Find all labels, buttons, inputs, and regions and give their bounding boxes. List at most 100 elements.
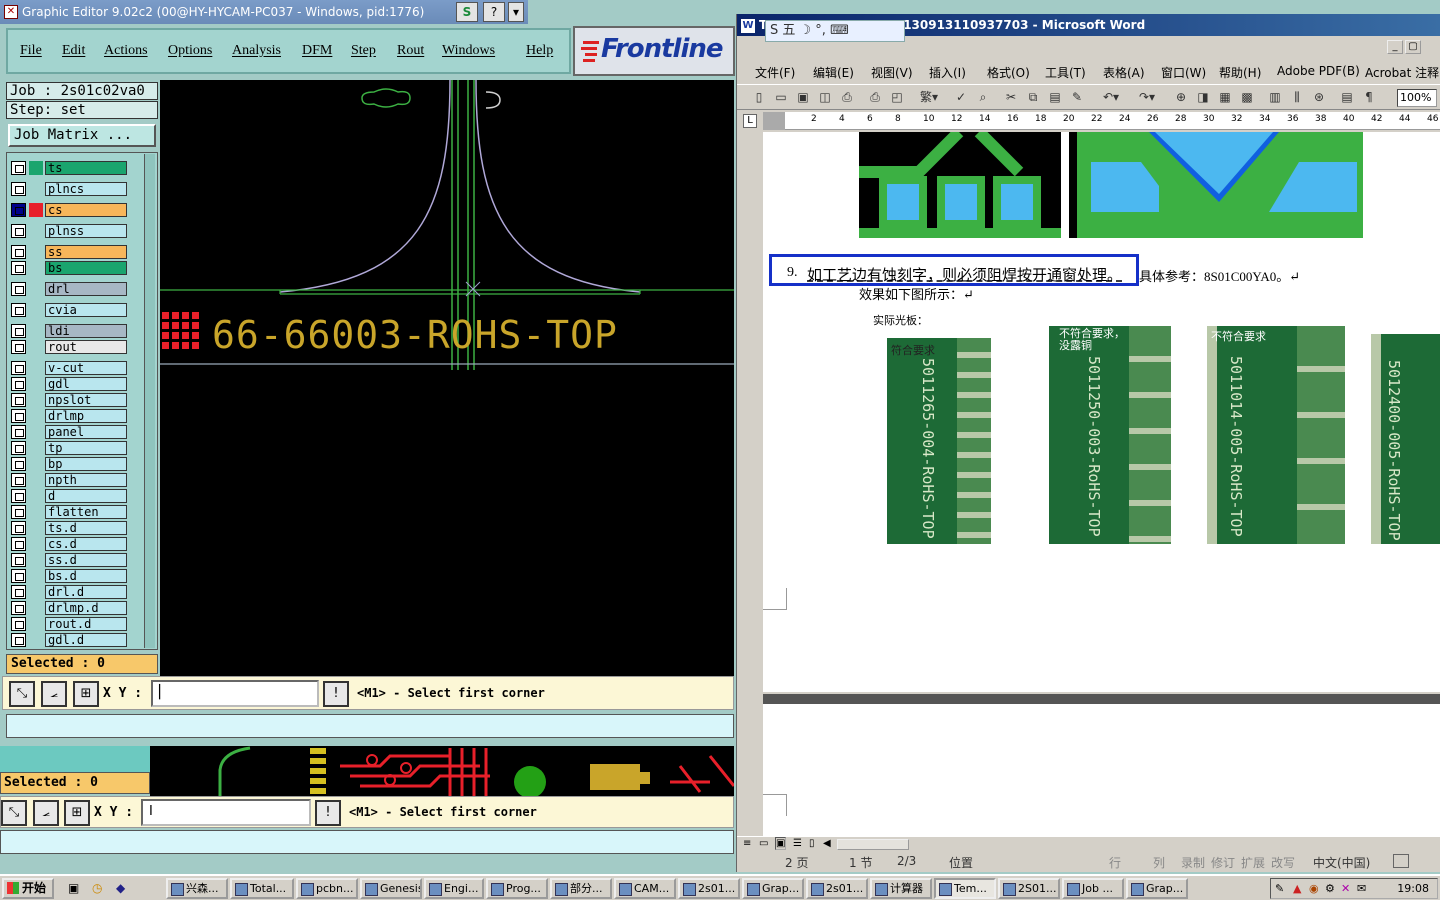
traditional-chinese-icon[interactable]: 繁▾	[917, 89, 941, 105]
layer-checkbox[interactable]	[11, 224, 26, 238]
layer-name[interactable]: drlmp.d	[45, 601, 127, 615]
outline-view-icon[interactable]: ☰	[793, 838, 802, 849]
status-track-changes[interactable]: 修订	[1211, 854, 1235, 871]
print-layout-icon[interactable]: ▣	[775, 837, 787, 850]
menu-actions[interactable]: Actions	[104, 43, 148, 59]
layer-name[interactable]: bs.d	[45, 569, 127, 583]
layer-name[interactable]: ldi	[45, 324, 127, 338]
tray-shield-icon[interactable]: ◉	[1309, 882, 1319, 895]
layer-checkbox[interactable]	[11, 377, 26, 391]
document-map-icon[interactable]: ⊛	[1311, 89, 1327, 105]
tab-stop-icon[interactable]: L	[743, 114, 757, 128]
ime-toolbar[interactable]: S 五 ☽ °, ⌨	[765, 20, 905, 42]
grid-button[interactable]: ⊞	[73, 681, 99, 707]
paste-icon[interactable]: ▤	[1047, 89, 1063, 105]
genesis-dropdown-button[interactable]: ▾	[508, 2, 524, 22]
taskbar-item[interactable]: Grap...	[742, 878, 804, 899]
taskbar-item[interactable]: 计算器	[870, 878, 932, 899]
layer-name[interactable]: npslot	[45, 393, 127, 407]
layer-name[interactable]: cs	[45, 203, 127, 217]
layer-name[interactable]: ts	[45, 161, 127, 175]
layer-name[interactable]: v-cut	[45, 361, 127, 375]
tables-borders-icon[interactable]: ◨	[1195, 89, 1211, 105]
layer-checkbox[interactable]	[11, 601, 26, 615]
spelling-icon[interactable]: ✓	[953, 89, 969, 105]
menu-file[interactable]: File	[20, 43, 42, 59]
layer-name[interactable]: gdl	[45, 377, 127, 391]
tray-pen-icon[interactable]: ✎	[1275, 882, 1284, 895]
layer-checkbox[interactable]	[11, 361, 26, 375]
layer-name[interactable]: rout.d	[45, 617, 127, 631]
hyperlink-icon[interactable]: ⊕	[1173, 89, 1189, 105]
taskbar-item[interactable]: Job ...	[1062, 878, 1124, 899]
word-menu-file[interactable]: 文件(F)	[755, 64, 795, 81]
taskbar-item[interactable]: 2S01...	[998, 878, 1060, 899]
taskbar-item[interactable]: 兴森...	[166, 878, 228, 899]
layer-list-scrollbar[interactable]	[144, 154, 155, 648]
word-menu-table[interactable]: 表格(A)	[1103, 64, 1145, 81]
taskbar-item[interactable]: Total...	[230, 878, 294, 899]
layer-checkbox[interactable]	[11, 340, 26, 354]
graphic-canvas[interactable]: 66-66003-ROHS-TOP	[160, 80, 734, 676]
copy-icon[interactable]: ⧉	[1025, 89, 1041, 105]
word-menu-view[interactable]: 视图(V)	[871, 64, 913, 81]
layer-checkbox[interactable]	[11, 489, 26, 503]
taskbar-item[interactable]: Prog...	[486, 878, 548, 899]
job-matrix-button[interactable]: Job Matrix ...	[8, 124, 156, 147]
layer-checkbox[interactable]	[11, 282, 26, 296]
taskbar-item[interactable]: 2s01...	[678, 878, 740, 899]
word-menu-adobe-pdf[interactable]: Adobe PDF(B)	[1277, 64, 1360, 78]
layer-checkbox[interactable]	[11, 473, 26, 487]
layer-name[interactable]: plncs	[45, 182, 127, 196]
menu-dfm[interactable]: DFM	[302, 43, 332, 59]
layer-name[interactable]: tp	[45, 441, 127, 455]
horizontal-scroll-thumb[interactable]	[837, 839, 909, 850]
insert-excel-icon[interactable]: ▩	[1239, 89, 1255, 105]
layer-checkbox[interactable]	[11, 505, 26, 519]
layer-checkbox[interactable]	[11, 324, 26, 338]
redo-icon[interactable]: ↷▾	[1133, 89, 1161, 105]
layer-name[interactable]: ss.d	[45, 553, 127, 567]
reading-view-icon[interactable]: ▯	[809, 838, 815, 849]
columns-icon[interactable]: ▥	[1267, 89, 1283, 105]
genesis-help-button[interactable]: ?	[483, 2, 505, 22]
permission-icon[interactable]: ◫	[817, 89, 833, 105]
lower-graphic-canvas[interactable]	[150, 746, 734, 796]
word-minimize-icon[interactable]: _	[1387, 40, 1403, 54]
layer-checkbox[interactable]	[11, 617, 26, 631]
alert-button[interactable]: !	[323, 681, 349, 707]
layer-name[interactable]: npth	[45, 473, 127, 487]
genesis-title-bar[interactable]: Graphic Editor 9.02c2 (00@HY-HYCAM-PC037…	[0, 0, 528, 24]
menu-step[interactable]: Step	[351, 43, 376, 59]
xy-input-lower[interactable]: I	[141, 799, 311, 826]
layer-name[interactable]: ts.d	[45, 521, 127, 535]
show-desktop-icon[interactable]: ▣	[68, 881, 79, 895]
menu-edit[interactable]: Edit	[62, 43, 85, 59]
new-doc-icon[interactable]: ▯	[751, 89, 767, 105]
quicklaunch-app-icon[interactable]: ◆	[116, 881, 125, 895]
layer-checkbox[interactable]	[11, 537, 26, 551]
taskbar-item[interactable]: Tem...	[934, 878, 996, 899]
zoom-area-button-lower[interactable]: ⤡	[1, 800, 27, 826]
layer-checkbox[interactable]	[11, 203, 26, 217]
layer-checkbox[interactable]	[11, 441, 26, 455]
word-menu-edit[interactable]: 编辑(E)	[813, 64, 854, 81]
taskbar-item[interactable]: Engi...	[424, 878, 484, 899]
paragraph-mark-icon[interactable]: ¶	[1361, 89, 1377, 105]
layer-name[interactable]: flatten	[45, 505, 127, 519]
layer-checkbox[interactable]	[11, 457, 26, 471]
layer-checkbox[interactable]	[11, 569, 26, 583]
layer-name[interactable]: drl.d	[45, 585, 127, 599]
taskbar-item[interactable]: 2s01...	[806, 878, 868, 899]
zoom-select[interactable]: 100%	[1397, 89, 1437, 107]
measure-button-lower[interactable]: ⦟	[33, 800, 59, 826]
word-menu-window[interactable]: 窗口(W)	[1161, 64, 1206, 81]
word-menu-tools[interactable]: 工具(T)	[1045, 64, 1086, 81]
layer-checkbox[interactable]	[11, 585, 26, 599]
print-icon[interactable]: ⎙	[839, 89, 855, 105]
status-overtype[interactable]: 改写	[1271, 854, 1295, 871]
save-icon[interactable]: ▣	[795, 89, 811, 105]
tray-acrobat-icon[interactable]: ▲	[1293, 882, 1301, 895]
layer-name[interactable]: rout	[45, 340, 127, 354]
horizontal-scrollbar[interactable]: ≡ ▭ ▣ ☰ ▯ ◀	[737, 836, 1440, 852]
